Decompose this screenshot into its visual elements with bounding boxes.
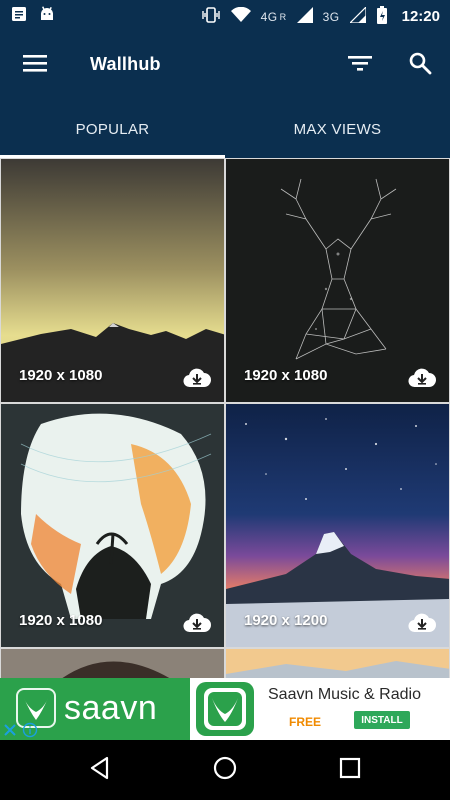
network-label-3g: 3G — [322, 9, 340, 24]
resolution-label: 1920 x 1080 — [19, 612, 103, 629]
filter-button[interactable] — [343, 48, 377, 82]
network-label-4g: 4G — [260, 9, 278, 24]
app-title: Wallhub — [90, 54, 161, 74]
wallpaper-image — [1, 649, 224, 678]
battery-icon — [376, 6, 388, 27]
home-icon — [212, 755, 238, 786]
recents-icon — [338, 756, 362, 785]
recents-button[interactable] — [335, 755, 365, 785]
signal-icon — [348, 5, 367, 26]
wallpaper-grid[interactable]: 1920 x 1080 1920 x 1080 1920 x 1080 1920… — [0, 158, 450, 678]
system-nav-bar — [0, 740, 450, 800]
signal-icon — [296, 7, 313, 26]
wallpaper-tile[interactable]: 1920 x 1080 — [0, 158, 225, 403]
resolution-label: 1920 x 1080 — [244, 367, 328, 384]
download-icon[interactable] — [182, 366, 212, 388]
android-icon — [38, 5, 56, 28]
wallpaper-tile[interactable]: 1920 x 1080 — [225, 158, 450, 403]
wifi-icon — [230, 6, 251, 26]
wallpaper-tile[interactable] — [0, 648, 225, 678]
vibrate-icon — [201, 6, 221, 27]
menu-button[interactable] — [18, 48, 52, 82]
ad-install-button[interactable]: INSTALL — [354, 711, 410, 729]
resolution-label: 1920 x 1200 — [244, 612, 328, 629]
menu-icon — [22, 53, 48, 78]
ad-close-icon[interactable] — [2, 722, 18, 738]
ad-app-name: Saavn Music & Radio — [268, 686, 421, 703]
tab-popular[interactable]: POPULAR — [0, 100, 225, 158]
tab-bar: POPULAR MAX VIEWS — [0, 100, 450, 158]
wallpaper-tile[interactable]: 1920 x 1080 — [0, 403, 225, 648]
back-icon — [87, 755, 113, 786]
notes-icon — [10, 5, 28, 28]
ad-app-icon[interactable] — [196, 682, 254, 736]
status-bar: 4G R 3G 12:20 — [0, 0, 450, 30]
ad-price: FREE — [289, 715, 322, 729]
wallpaper-tile[interactable] — [225, 648, 450, 678]
filter-icon — [347, 53, 373, 78]
back-button[interactable] — [85, 755, 115, 785]
ad-brand-wordmark: saavn — [64, 689, 158, 727]
wallpaper-image — [226, 649, 449, 678]
wallpaper-tile[interactable]: 1920 x 1200 — [225, 403, 450, 648]
home-button[interactable] — [210, 755, 240, 785]
app-bar: Wallhub — [0, 30, 450, 100]
status-time: 12:20 — [401, 8, 440, 25]
resolution-label: 1920 x 1080 — [19, 367, 103, 384]
download-icon[interactable] — [407, 611, 437, 633]
search-icon — [408, 51, 432, 80]
ad-banner[interactable]: saavn Saavn Music & Radio FREE INSTALL — [0, 678, 450, 740]
network-label-roaming: R — [279, 11, 287, 22]
download-icon[interactable] — [182, 611, 212, 633]
tab-max-views[interactable]: MAX VIEWS — [225, 100, 450, 158]
search-button[interactable] — [403, 48, 437, 82]
download-icon[interactable] — [407, 366, 437, 388]
ad-info-icon[interactable] — [22, 722, 38, 738]
